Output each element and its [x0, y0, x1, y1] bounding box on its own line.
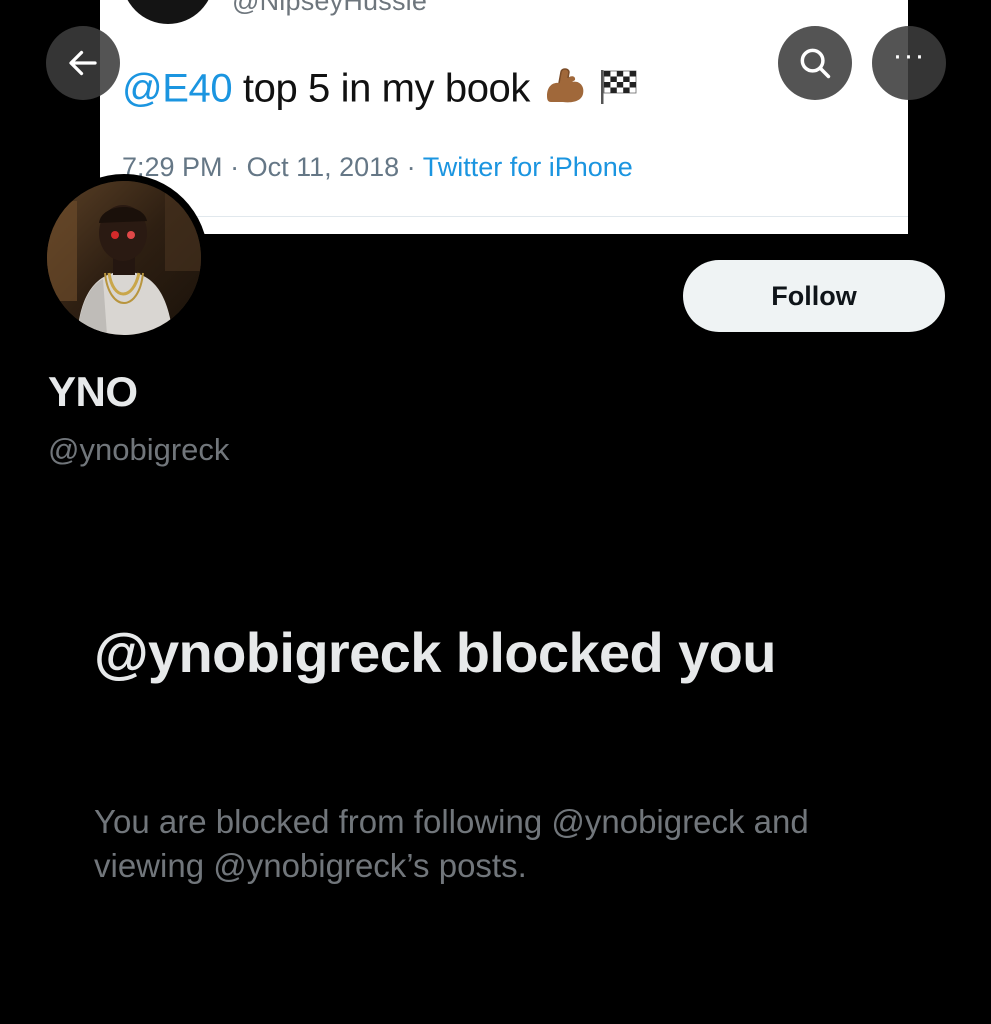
search-button[interactable]	[778, 26, 852, 100]
profile-banner[interactable]: @NipseyHussle @E40 top 5 in my book 7:29…	[100, 0, 908, 234]
banner-divider	[122, 216, 908, 217]
arrow-left-icon	[69, 50, 97, 76]
profile-display-name: YNO	[48, 368, 138, 415]
banner-tweet-mention: @E40	[122, 66, 233, 111]
follow-button[interactable]: Follow	[683, 260, 945, 332]
meta-separator: ·	[222, 152, 247, 182]
banner-tweet-source: Twitter for iPhone	[422, 152, 633, 182]
banner-tweet-meta: 7:29 PM · Oct 11, 2018 · Twitter for iPh…	[122, 152, 633, 183]
meta-separator: ·	[399, 152, 423, 182]
banner-tweet-avatar	[122, 0, 214, 24]
profile-handle: @ynobigreck	[48, 432, 230, 467]
profile-screen: @NipseyHussle @E40 top 5 in my book 7:29…	[0, 0, 991, 1024]
blocked-description: You are blocked from following @ynobigre…	[94, 803, 809, 884]
banner-tweet-handle: @NipseyHussle	[232, 0, 428, 16]
search-icon	[800, 48, 831, 79]
flexed-biceps-icon	[541, 66, 587, 116]
avatar[interactable]	[47, 181, 201, 335]
chequered-flag-icon	[597, 66, 641, 116]
more-button[interactable]: ···	[872, 26, 946, 100]
banner-tweet-text: @E40 top 5 in my book	[122, 66, 641, 116]
back-button[interactable]	[46, 26, 120, 100]
avatar-image	[47, 181, 201, 335]
profile-avatar-ring	[40, 174, 208, 342]
banner-tweet-date: Oct 11, 2018	[246, 152, 400, 182]
blocked-title: @ynobigreck blocked you	[94, 621, 776, 684]
banner-tweet-body: top 5 in my book	[232, 66, 541, 111]
more-icon: ···	[892, 39, 926, 72]
